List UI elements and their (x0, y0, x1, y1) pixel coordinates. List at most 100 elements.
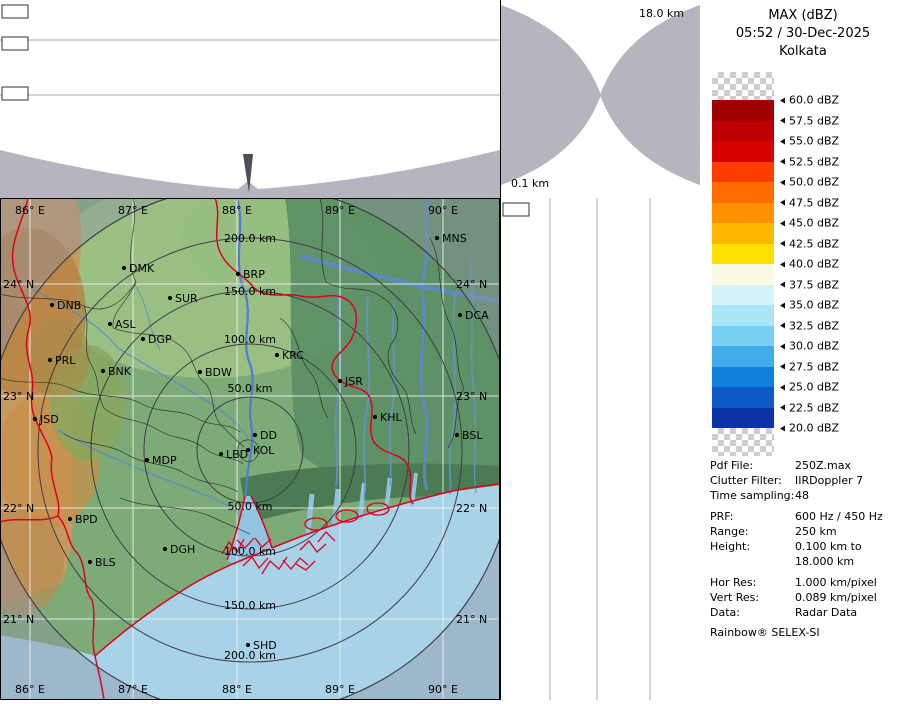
station-dot-icon (101, 369, 105, 373)
scale-tick-label: 42.5 dBZ (780, 237, 839, 250)
info-label: Data: (710, 605, 795, 620)
station-label: KRC (282, 349, 304, 362)
station-dot-icon (246, 643, 250, 647)
scale-tick-text: 40.0 dBZ (789, 258, 839, 271)
info-label: Height: (710, 539, 795, 554)
info-value: 0.089 km/pixel (795, 590, 902, 605)
scale-color-box (712, 100, 774, 121)
longitude-label: 86° E (15, 204, 45, 217)
scale-color-box (712, 285, 774, 306)
station-label: BDW (205, 366, 232, 379)
info-value: 48 (795, 488, 902, 503)
axis-tick-box (2, 37, 28, 50)
scale-color-box (712, 264, 774, 285)
station-label: DNB (57, 299, 81, 312)
legend-info: Pdf File:250Z.maxClutter Filter:IIRDoppl… (710, 458, 902, 640)
tick-arrow-icon (780, 405, 785, 411)
side-cross-section-plot (501, 0, 700, 700)
station-dot-icon (68, 517, 72, 521)
station-label: MNS (442, 232, 467, 245)
longitude-label: 86° E (15, 683, 45, 696)
tick-arrow-icon (780, 138, 785, 144)
scale-tick-label: 55.0 dBZ (780, 135, 839, 148)
product-title: MAX (dBZ) (700, 7, 906, 25)
scale-tick-label: 22.5 dBZ (780, 401, 839, 414)
range-ring-label: 50.0 km (227, 382, 272, 395)
info-row: 18.000 km (710, 554, 902, 569)
longitude-label: 90° E (428, 204, 458, 217)
scale-tick-text: 32.5 dBZ (789, 319, 839, 332)
station-label: SUR (175, 292, 198, 305)
info-row: Vert Res:0.089 km/pixel (710, 590, 902, 605)
station-label: BPD (75, 513, 98, 526)
scale-color-box (712, 346, 774, 367)
map-panel: 86° E86° E87° E87° E88° E88° E89° E89° E… (0, 198, 500, 700)
scale-color-box (712, 223, 774, 244)
tick-arrow-icon (780, 179, 785, 185)
station-dot-icon (88, 560, 92, 564)
scale-tick-label: 50.0 dBZ (780, 176, 839, 189)
product-timestamp: 05:52 / 30-Dec-2025 (700, 25, 906, 43)
info-label: Time sampling: (710, 488, 795, 503)
info-row: Range:250 km (710, 524, 902, 539)
longitude-label: 89° E (325, 204, 355, 217)
latitude-label: 21° N (3, 613, 34, 626)
scale-tick-label: 40.0 dBZ (780, 258, 839, 271)
station-dot-icon (141, 337, 145, 341)
longitude-label: 88° E (222, 683, 252, 696)
range-ring-label: 200.0 km (224, 232, 276, 245)
range-ring-label: 150.0 km (224, 285, 276, 298)
station-dot-icon (338, 379, 342, 383)
longitude-label: 88° E (222, 204, 252, 217)
scale-tick-text: 55.0 dBZ (789, 135, 839, 148)
scale-tick-text: 42.5 dBZ (789, 237, 839, 250)
info-value: IIRDoppler 7 (795, 473, 902, 488)
scale-tick-text: 37.5 dBZ (789, 278, 839, 291)
station-label: BRP (243, 268, 265, 281)
latitude-label: 21° N (456, 613, 487, 626)
scale-color-box (712, 203, 774, 224)
axis-tick-box (2, 5, 28, 18)
station-dot-icon (33, 417, 37, 421)
info-value: 250 km (795, 524, 902, 539)
info-label: Hor Res: (710, 575, 795, 590)
tick-arrow-icon (780, 425, 785, 431)
info-row: Time sampling:48 (710, 488, 902, 503)
scale-color-box (712, 182, 774, 203)
info-row: Pdf File:250Z.max (710, 458, 902, 473)
scale-tick-label: 57.5 dBZ (780, 114, 839, 127)
station-label: PRL (55, 354, 76, 367)
scale-tick-label: 52.5 dBZ (780, 155, 839, 168)
info-row: Hor Res:1.000 km/pixel (710, 575, 902, 590)
longitude-label: 89° E (325, 683, 355, 696)
station-dot-icon (108, 322, 112, 326)
scale-tick-label: 20.0 dBZ (780, 422, 839, 435)
scale-color-box (712, 387, 774, 408)
station-dot-icon (198, 370, 202, 374)
scale-tick-text: 50.0 dBZ (789, 176, 839, 189)
scale-tick-text: 35.0 dBZ (789, 299, 839, 312)
scale-tick-text: 52.5 dBZ (789, 155, 839, 168)
station-dot-icon (145, 458, 149, 462)
scale-color-box (712, 305, 774, 326)
tick-arrow-icon (780, 200, 785, 206)
brand-label: Rainbow® SELEX-SI (710, 625, 902, 640)
range-ring-label: 50.0 km (227, 500, 272, 513)
map-svg: 86° E86° E87° E87° E88° E88° E89° E89° E… (0, 198, 500, 700)
legend-info-rows: Pdf File:250Z.maxClutter Filter:IIRDoppl… (710, 458, 902, 620)
station-dot-icon (455, 433, 459, 437)
station-label: SHD (253, 639, 277, 652)
station-dot-icon (435, 236, 439, 240)
station-label: DGH (170, 543, 195, 556)
station-dot-icon (48, 358, 52, 362)
station-dot-icon (219, 452, 223, 456)
tick-arrow-icon (780, 97, 785, 103)
scale-tick-text: 22.5 dBZ (789, 401, 839, 414)
station-label: BNK (108, 365, 132, 378)
scale-tick-label: 60.0 dBZ (780, 94, 839, 107)
station-dot-icon (50, 303, 54, 307)
info-row: PRF:600 Hz / 450 Hz (710, 509, 902, 524)
radar-site-name: Kolkata (700, 43, 906, 61)
station-label: KHL (380, 411, 402, 424)
scale-overflow-bottom (712, 428, 774, 456)
